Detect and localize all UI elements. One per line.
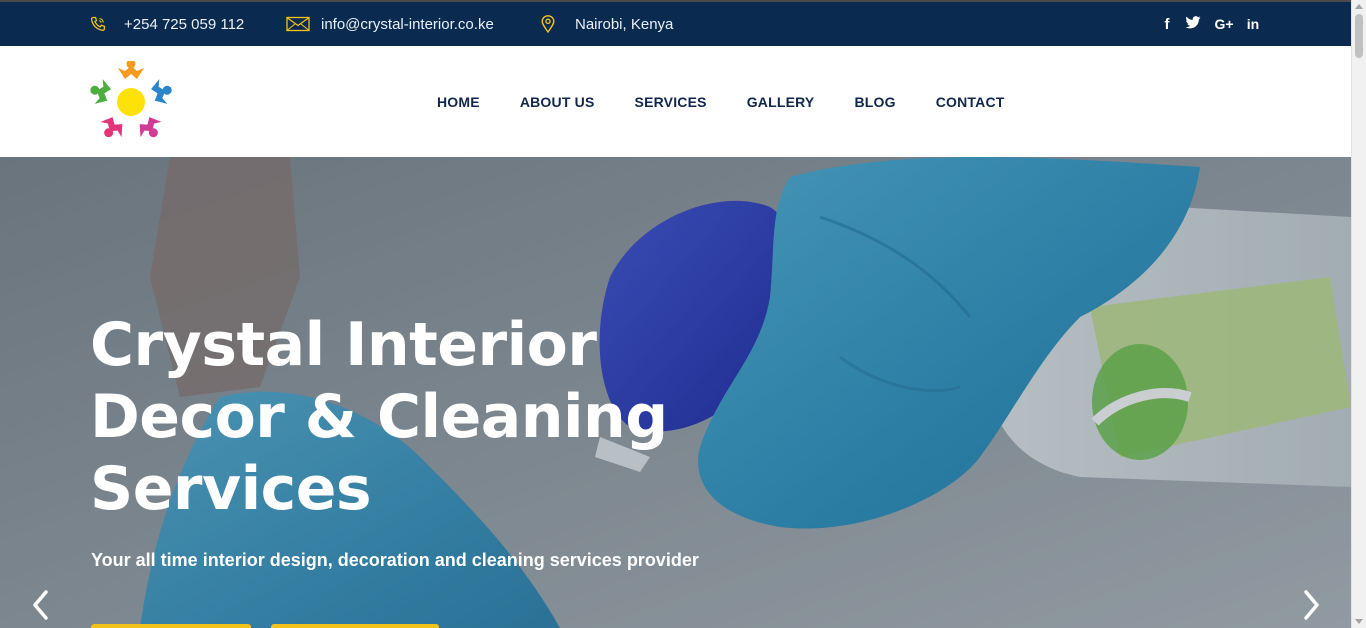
nav-home[interactable]: HOME xyxy=(437,94,480,110)
slider-prev-button[interactable] xyxy=(26,587,56,623)
email-address: info@crystal-interior.co.ke xyxy=(321,15,494,33)
facebook-icon[interactable]: f xyxy=(1161,16,1173,33)
social-links: f G+ in xyxy=(1161,2,1261,46)
slider-next-button[interactable] xyxy=(1296,587,1326,623)
phone-number: +254 725 059 112 xyxy=(124,15,245,33)
page-scrollbar[interactable] xyxy=(1351,0,1366,628)
nav-services[interactable]: SERVICES xyxy=(635,94,707,110)
chevron-right-icon xyxy=(1304,590,1319,620)
hero-subtitle: Your all time interior design, decoratio… xyxy=(91,550,699,570)
linkedin-icon[interactable]: in xyxy=(1245,16,1261,32)
map-pin-icon xyxy=(541,14,565,34)
envelope-icon xyxy=(286,14,312,34)
hero-primary-button[interactable] xyxy=(91,624,251,628)
hero-slider: Crystal Interior Decor & Cleaning Servic… xyxy=(0,157,1351,628)
twitter-icon[interactable] xyxy=(1185,15,1201,33)
nav-blog[interactable]: BLOG xyxy=(854,94,895,110)
nav-gallery[interactable]: GALLERY xyxy=(747,94,815,110)
phone-contact[interactable]: +254 725 059 112 xyxy=(90,2,244,46)
nav-contact[interactable]: CONTACT xyxy=(936,94,1005,110)
email-contact[interactable]: info@crystal-interior.co.ke xyxy=(286,2,494,46)
logo-petal-top xyxy=(118,59,144,79)
google-plus-icon[interactable]: G+ xyxy=(1213,16,1235,32)
main-navbar: HOME ABOUT US SERVICES GALLERY BLOG CONT… xyxy=(0,46,1351,157)
top-contact-bar: +254 725 059 112 info@crystal-interior.c… xyxy=(0,0,1351,46)
nav-about-us[interactable]: ABOUT US xyxy=(520,94,595,110)
scroll-down-arrow-icon[interactable] xyxy=(1355,619,1363,624)
scroll-thumb[interactable] xyxy=(1355,14,1363,58)
hero-title: Crystal Interior Decor & Cleaning Servic… xyxy=(90,309,690,525)
primary-menu: HOME ABOUT US SERVICES GALLERY BLOG CONT… xyxy=(437,46,1005,157)
hero-title-line-3: Services xyxy=(90,454,372,524)
phone-icon xyxy=(90,14,114,34)
scroll-up-arrow-icon[interactable] xyxy=(1355,4,1363,9)
hero-secondary-button[interactable] xyxy=(271,624,439,628)
brand-logo[interactable] xyxy=(90,59,172,143)
hero-title-line-1: Crystal Interior xyxy=(90,310,597,380)
location-contact: Nairobi, Kenya xyxy=(541,2,673,46)
location-text: Nairobi, Kenya xyxy=(575,15,674,33)
chevron-left-icon xyxy=(33,590,48,620)
hero-title-line-2: Decor & Cleaning xyxy=(90,382,668,452)
